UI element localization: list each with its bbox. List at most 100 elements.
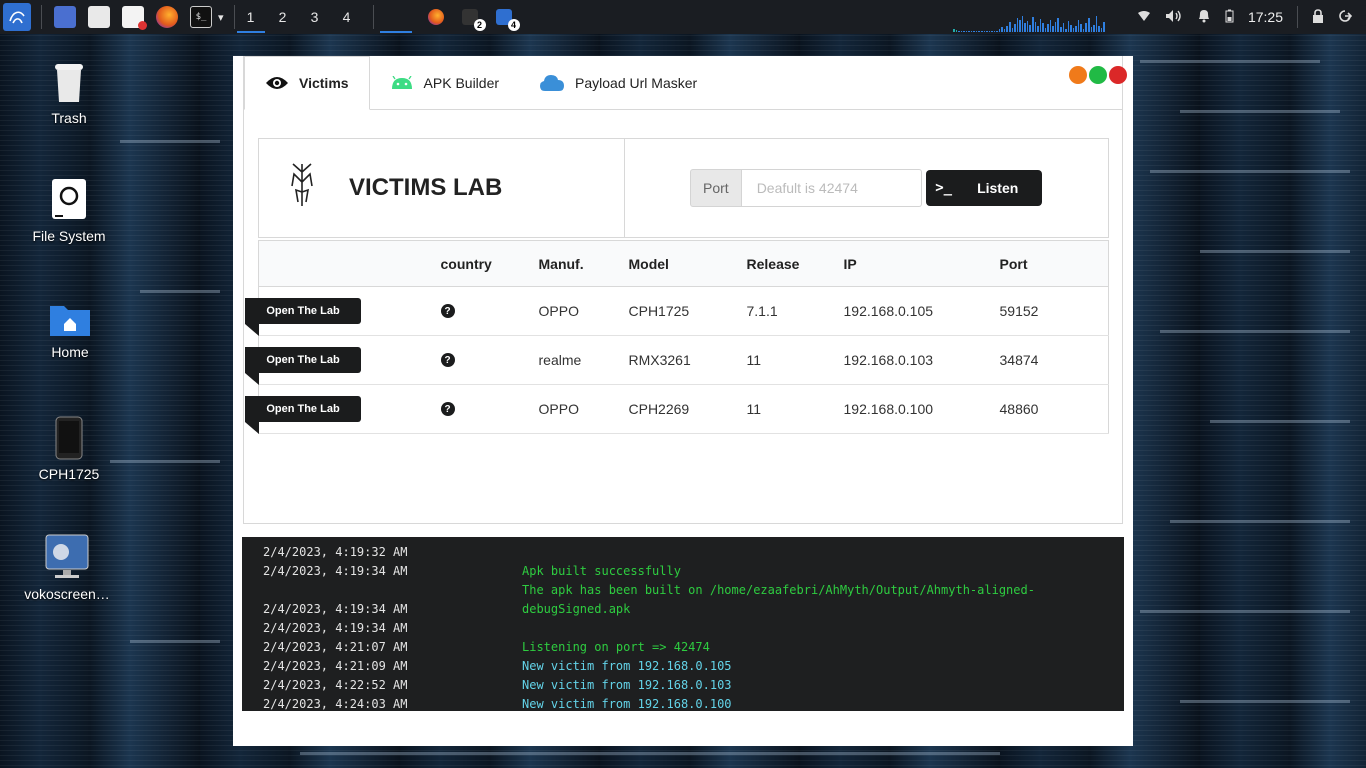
- table-row: Open The Lab ? OPPO CPH1725 7.1.1 192.16…: [245, 286, 1109, 336]
- close-button[interactable]: [1109, 66, 1127, 84]
- column-header: Manuf.: [538, 240, 629, 287]
- taskbar-separator: [372, 5, 374, 29]
- cpu-graph: [953, 10, 1105, 32]
- listen-button[interactable]: >_ Listen: [925, 170, 1042, 206]
- log-console[interactable]: 2/4/2023, 4:19:32 AM 2/4/2023, 4:19:34 A…: [242, 537, 1124, 711]
- logout-icon[interactable]: [1338, 9, 1353, 26]
- clock[interactable]: 17:25: [1248, 9, 1283, 25]
- maximize-button[interactable]: [1089, 66, 1107, 84]
- tab-bar: Victims APK Builder Payload Url Masker: [244, 56, 1127, 110]
- port-input[interactable]: [741, 169, 922, 207]
- cloud-icon: [539, 74, 565, 92]
- desktop-icon-vokoscreen[interactable]: vokoscreen…: [17, 532, 117, 602]
- taskbar: $_ ▾ 1 2 3 4 2 4 17:25: [0, 0, 1366, 34]
- log-line: 2/4/2023, 4:22:52 AM New victim from 192…: [263, 678, 732, 692]
- model-cell: CPH1725: [628, 286, 747, 336]
- notification-bell-icon[interactable]: [1197, 8, 1211, 26]
- question-circle-icon: ?: [440, 304, 455, 318]
- column-header: [258, 240, 441, 287]
- manufacturer-cell: OPPO: [538, 384, 629, 434]
- minimize-button[interactable]: [1069, 66, 1087, 84]
- ip-cell: 192.168.0.105: [843, 286, 1000, 336]
- task-count-badge: 2: [473, 19, 486, 31]
- lock-icon[interactable]: [1312, 8, 1324, 26]
- workspace-1[interactable]: 1: [235, 0, 267, 34]
- volume-icon[interactable]: [1165, 9, 1183, 26]
- terminal-prompt-icon: >_: [935, 180, 953, 196]
- port-cell: 34874: [999, 335, 1109, 385]
- network-icon[interactable]: [1137, 9, 1151, 25]
- screen-recorder-icon: [17, 532, 117, 580]
- battery-icon[interactable]: [1225, 9, 1234, 26]
- taskbar-separator: [41, 5, 42, 29]
- open-the-lab-button[interactable]: Open The Lab: [245, 347, 361, 385]
- log-line: 2/4/2023, 4:21:09 AM New victim from 192…: [263, 659, 732, 673]
- table-row: Open The Lab ? realme RMX3261 11 192.168…: [245, 335, 1109, 385]
- manufacturer-cell: OPPO: [538, 286, 629, 336]
- listen-button-label: Listen: [977, 180, 1019, 196]
- task-terminal-icon[interactable]: 2: [461, 9, 486, 31]
- chevron-down-icon[interactable]: ▾: [218, 11, 224, 24]
- column-header: Release: [746, 240, 844, 287]
- model-cell: RMX3261: [628, 335, 747, 385]
- release-cell: 11: [746, 384, 844, 434]
- log-line: 2/4/2023, 4:21:07 AM Listening on port =…: [263, 640, 710, 654]
- manufacturer-cell: realme: [538, 335, 629, 385]
- column-header: Model: [628, 240, 747, 287]
- workspace-4[interactable]: 4: [331, 0, 363, 34]
- home-folder-icon: [20, 302, 120, 338]
- model-cell: CPH2269: [628, 384, 747, 434]
- desktop-icon-label: CPH1725: [38, 466, 100, 482]
- desktop-icon-home[interactable]: Home: [20, 302, 120, 360]
- workspace-2[interactable]: 2: [267, 0, 299, 34]
- workspace-3[interactable]: 3: [299, 0, 331, 34]
- task-firefox-icon[interactable]: [427, 9, 444, 25]
- task-app-icon[interactable]: 4: [495, 9, 520, 31]
- terminal-icon[interactable]: $_: [190, 6, 212, 28]
- log-line: The apk has been built on /home/ezaafebr…: [522, 583, 1035, 597]
- file-manager-icon[interactable]: [88, 6, 110, 28]
- phone-icon: [19, 416, 119, 460]
- release-cell: 7.1.1: [746, 286, 844, 336]
- desktop-icon-label: Trash: [51, 110, 87, 126]
- question-circle-icon: ?: [440, 402, 455, 416]
- port-cell: 48860: [999, 384, 1109, 434]
- task-active-window[interactable]: [378, 0, 414, 34]
- column-header: IP: [843, 240, 1000, 287]
- drive-icon: [19, 178, 119, 222]
- kali-menu-icon[interactable]: [3, 3, 31, 31]
- text-editor-icon[interactable]: [122, 6, 147, 30]
- ip-cell: 192.168.0.103: [843, 335, 1000, 385]
- open-the-lab-button[interactable]: Open The Lab: [245, 298, 361, 336]
- tab-label: Payload Url Masker: [575, 74, 698, 91]
- firefox-icon[interactable]: [156, 6, 178, 28]
- desktop-icon-label: vokoscreen…: [24, 586, 110, 602]
- desktop-icon-file-system[interactable]: File System: [19, 178, 119, 244]
- log-line: 2/4/2023, 4:19:34 AM Apk built successfu…: [263, 564, 681, 578]
- question-circle-icon: ?: [440, 353, 455, 367]
- show-desktop-icon[interactable]: [54, 6, 76, 28]
- desktop-icon-trash[interactable]: Trash: [19, 60, 119, 126]
- page-title: VICTIMS LAB: [349, 174, 503, 201]
- window-controls: [1069, 66, 1127, 84]
- eye-icon: [265, 75, 289, 91]
- task-count-badge: 4: [507, 19, 520, 31]
- tab-payload-url-masker[interactable]: Payload Url Masker: [519, 56, 717, 109]
- tab-apk-builder[interactable]: APK Builder: [370, 56, 519, 109]
- system-tray: 17:25: [1137, 0, 1366, 34]
- log-line: 2/4/2023, 4:19:32 AM: [263, 545, 408, 559]
- log-line: 2/4/2023, 4:24:03 AM New victim from 192…: [263, 697, 732, 711]
- release-cell: 11: [746, 335, 844, 385]
- table-header-row: country Manuf. Model Release IP Port: [258, 240, 1109, 287]
- tab-victims[interactable]: Victims: [244, 56, 370, 110]
- column-header: Port: [999, 240, 1109, 287]
- tab-label: APK Builder: [423, 74, 500, 91]
- trash-icon: [19, 60, 119, 104]
- desktop-icon-phone[interactable]: CPH1725: [19, 416, 119, 482]
- android-icon: [390, 75, 414, 90]
- log-line: 2/4/2023, 4:19:34 AM debugSigned.apk: [263, 602, 631, 616]
- column-header: country: [440, 240, 539, 287]
- open-the-lab-button[interactable]: Open The Lab: [245, 396, 361, 434]
- ahmyth-logo-icon: [289, 162, 315, 215]
- desktop-icon-label: Home: [51, 344, 89, 360]
